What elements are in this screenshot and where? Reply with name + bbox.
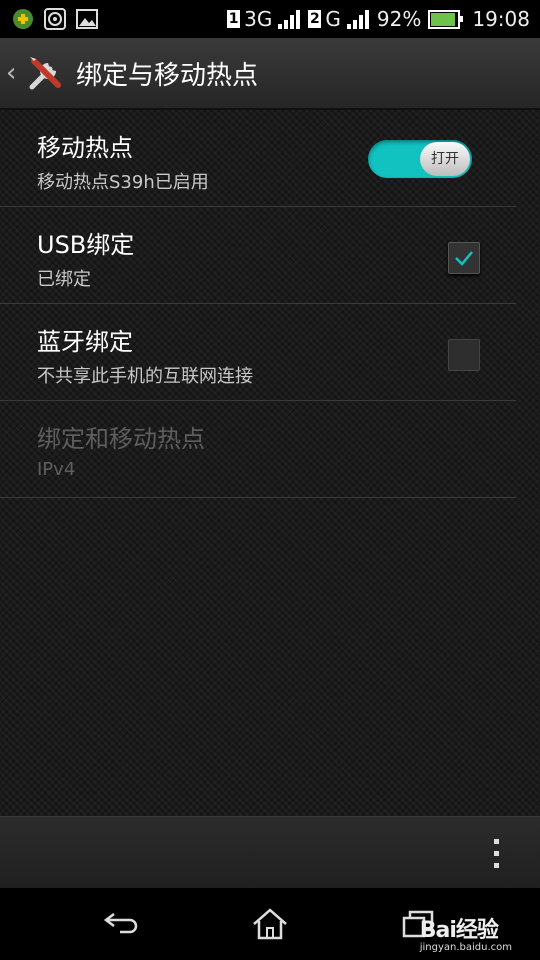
setting-mobile-hotspot[interactable]: 移动热点 移动热点S39h已启用 打开 bbox=[0, 110, 516, 207]
setting-summary: IPv4 bbox=[37, 459, 76, 480]
setting-tethering-hotspot-ipv: 绑定和移动热点 IPv4 bbox=[0, 401, 516, 498]
usb-tethering-checkbox[interactable] bbox=[448, 242, 480, 274]
home-icon[interactable] bbox=[250, 906, 290, 942]
setting-usb-tethering[interactable]: USB绑定 已绑定 bbox=[0, 207, 516, 304]
settings-list: 移动热点 移动热点S39h已启用 打开 USB绑定 已绑定 蓝牙绑定 不共享此手… bbox=[0, 110, 540, 816]
sim1-badge: 1 bbox=[227, 10, 241, 28]
setting-bluetooth-tethering[interactable]: 蓝牙绑定 不共享此手机的互联网连接 bbox=[0, 304, 516, 401]
network-type-1: 3G bbox=[244, 7, 273, 31]
hotspot-toggle[interactable]: 打开 bbox=[368, 140, 472, 178]
signal-icon bbox=[346, 9, 369, 29]
disc-icon bbox=[44, 8, 66, 30]
battery-icon bbox=[428, 9, 464, 29]
image-icon bbox=[76, 8, 98, 30]
setting-summary: 移动热点S39h已启用 bbox=[37, 172, 209, 193]
setting-summary: 不共享此手机的互联网连接 bbox=[37, 366, 253, 387]
sim2-badge: 2 bbox=[308, 10, 322, 28]
toggle-label: 打开 bbox=[420, 142, 470, 176]
watermark-brand: Bai经验 bbox=[419, 918, 499, 943]
chevron-left-icon[interactable]: ‹ bbox=[6, 58, 20, 88]
tools-icon[interactable] bbox=[24, 51, 68, 95]
back-icon[interactable] bbox=[100, 906, 140, 942]
network-type-2: G bbox=[325, 7, 341, 31]
page-title: 绑定与移动热点 bbox=[76, 60, 259, 91]
setting-title: 移动热点 bbox=[37, 134, 133, 162]
setting-summary: 已绑定 bbox=[37, 269, 91, 290]
setting-title: 绑定和移动热点 bbox=[37, 425, 205, 453]
signal-icon bbox=[278, 9, 301, 29]
checkmark-icon bbox=[455, 251, 473, 266]
watermark: Bai经验 jingyan.baidu.com bbox=[420, 912, 512, 953]
bottom-menu-bar bbox=[0, 816, 540, 889]
setting-title: USB绑定 bbox=[37, 231, 135, 259]
status-bar: 1 3G 2 G 92% 19:08 bbox=[0, 0, 540, 38]
clock: 19:08 bbox=[472, 7, 530, 31]
navigation-bar: Bai经验 jingyan.baidu.com bbox=[0, 888, 540, 960]
action-bar[interactable]: ‹ 绑定与移动热点 bbox=[0, 38, 540, 110]
overflow-menu-icon[interactable] bbox=[494, 839, 502, 875]
battery-percent: 92% bbox=[376, 7, 422, 31]
setting-title: 蓝牙绑定 bbox=[37, 328, 133, 356]
bluetooth-tethering-checkbox[interactable] bbox=[448, 339, 480, 371]
watermark-url: jingyan.baidu.com bbox=[419, 942, 512, 953]
app-notification-icon bbox=[12, 8, 34, 30]
